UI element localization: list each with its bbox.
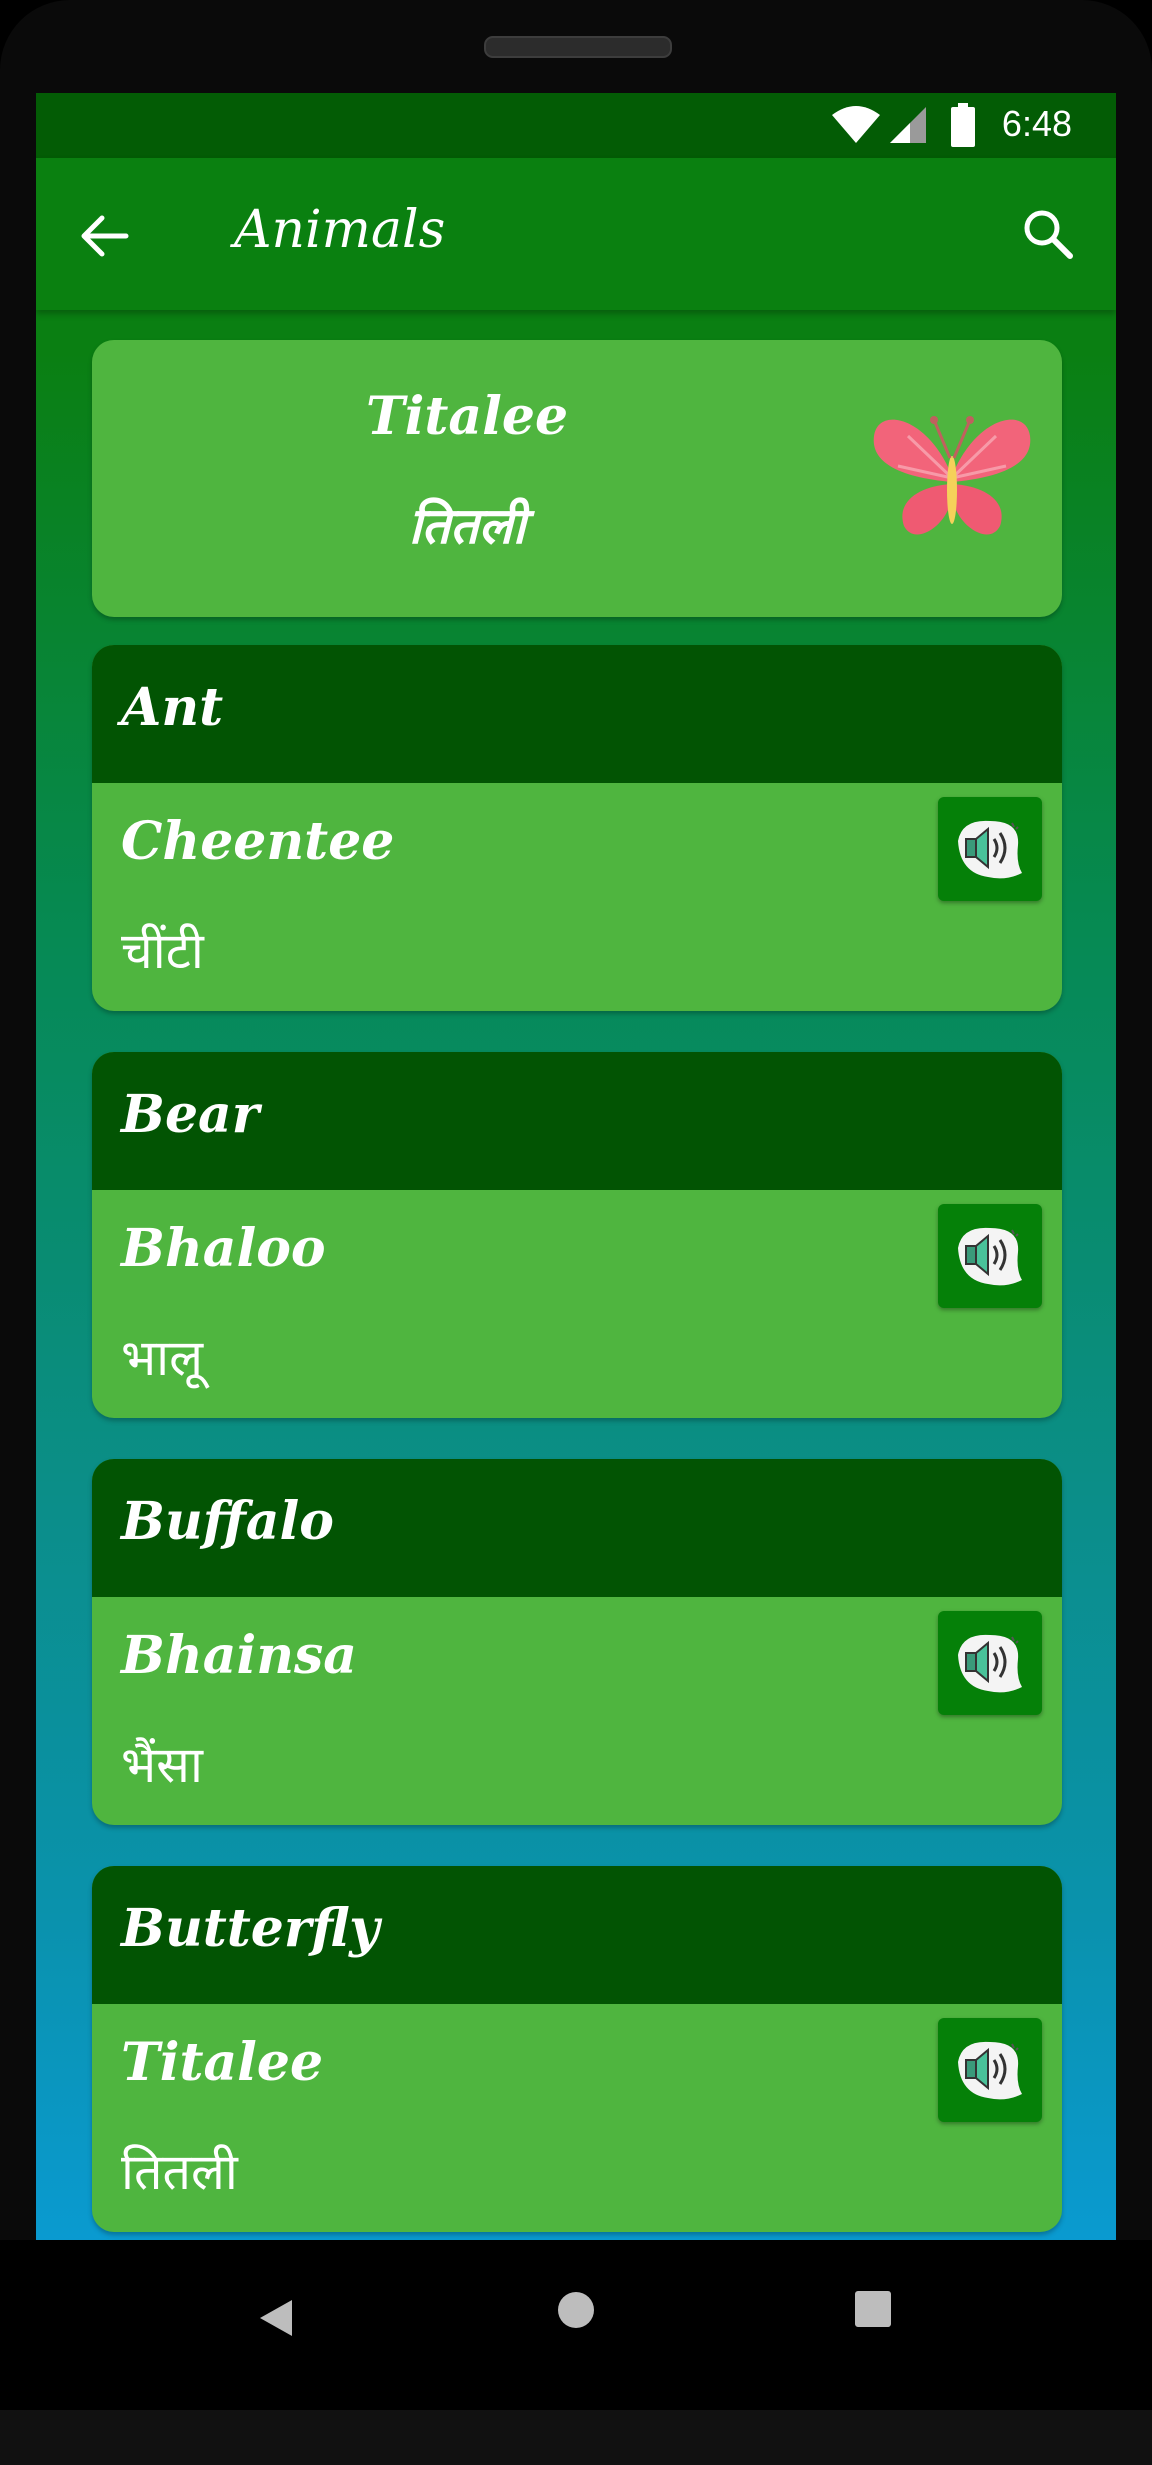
screen: 6:48 Animals Titalee तितली Ant Cheentee … [36,93,1116,2240]
bottom-bezel [0,2410,1152,2465]
word-header: Ant [92,645,1062,783]
hindi-word: तितली [121,2143,238,2201]
hindi-word: भालू [121,1329,203,1387]
battery-icon [950,103,976,151]
nav-recents-icon[interactable] [854,2290,892,2332]
arrow-left-icon[interactable] [76,208,132,264]
nav-back-icon[interactable] [256,2296,296,2344]
english-word: Buffalo [121,1491,334,1552]
speaker-button[interactable] [938,797,1042,901]
transliteration: Bhainsa [121,1625,357,1686]
speaker-icon [958,1227,1022,1286]
cell-signal-icon [888,105,928,149]
word-header: Buffalo [92,1459,1062,1597]
butterfly-icon [868,406,1036,546]
list-item[interactable]: Butterfly Titalee तितली [92,1866,1062,2232]
nav-home-icon[interactable] [556,2290,596,2334]
transliteration: Bhaloo [121,1218,326,1279]
hindi-word: भैंसा [121,1736,203,1794]
list-item[interactable]: Ant Cheentee चींटी [92,645,1062,1011]
earpiece [484,36,672,58]
page-title: Animals [234,200,446,260]
speaker-icon [958,1634,1022,1693]
wifi-icon [830,105,882,149]
search-icon[interactable] [1018,204,1078,264]
list-item[interactable]: Buffalo Bhainsa भैंसा [92,1459,1062,1825]
device-frame: 6:48 Animals Titalee तितली Ant Cheentee … [0,0,1152,2465]
english-word: Butterfly [121,1898,380,1959]
hindi-word: चींटी [121,922,204,980]
app-bar: Animals [36,158,1116,310]
status-time: 6:48 [1001,103,1072,144]
word-header: Butterfly [92,1866,1062,2004]
speaker-button[interactable] [938,1611,1042,1715]
transliteration: Titalee [121,2032,324,2093]
speaker-button[interactable] [938,1204,1042,1308]
transliteration: Cheentee [121,811,395,872]
word-header: Bear [92,1052,1062,1190]
featured-transliteration: Titalee [365,386,569,447]
list-item[interactable]: Bear Bhaloo भालू [92,1052,1062,1418]
speaker-icon [958,820,1022,879]
featured-card[interactable]: Titalee तितली [92,340,1062,617]
status-bar: 6:48 [36,93,1116,158]
featured-hindi: तितली [408,497,526,555]
english-word: Ant [121,677,224,738]
english-word: Bear [121,1084,260,1145]
speaker-button[interactable] [938,2018,1042,2122]
speaker-icon [958,2041,1022,2100]
